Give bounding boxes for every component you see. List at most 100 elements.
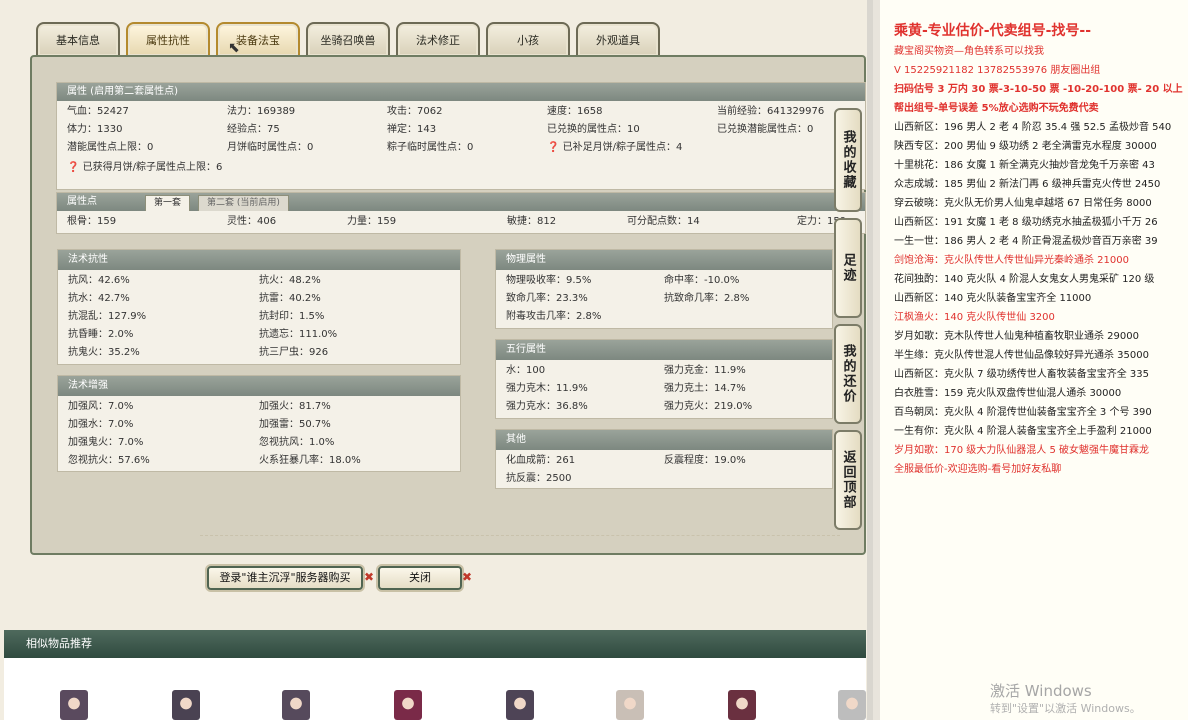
stat-cell: 水：100: [506, 365, 546, 376]
close-x-icon: ✖: [462, 570, 473, 584]
stat-cell: 强力克土：14.7%: [664, 383, 746, 394]
stat-cell: 已兑换的属性点：10: [547, 124, 640, 135]
wuxing-title: 五行属性: [496, 340, 832, 360]
stat-cell: 抗火：48.2%: [259, 275, 321, 286]
tab-5[interactable]: 小孩: [486, 22, 570, 56]
stat-cell: 法力：169389: [227, 106, 296, 117]
stat-cell: 速度：1658: [547, 106, 603, 117]
stat-cell: 灵性：406: [227, 216, 277, 227]
stat-cell: 抗遗忘：111.0%: [259, 329, 338, 340]
notes-line: 扫码估号 3 万内 30 票-3-10-50 票 -10-20-100 票- 2…: [894, 84, 1183, 95]
stat-cell: 附毒攻击几率：2.8%: [506, 311, 602, 322]
stat-cell: 潜能属性点上限：0: [67, 142, 154, 153]
tab-4[interactable]: 法术修正: [396, 22, 480, 56]
stat-cell: 可分配点数：14: [627, 216, 700, 227]
close-x-icon: ✖: [364, 570, 375, 584]
boost-section: 法术增强 加强风：7.0% 加强火：81.7% 加强水：7.0% 加强雷：50.7% 加…: [57, 375, 461, 472]
stat-cell: 体力：1330: [67, 124, 123, 135]
item-thumbnail[interactable]: [282, 690, 310, 720]
divider: [200, 535, 840, 536]
side-favorites-button[interactable]: 我的收藏: [834, 108, 862, 212]
stat-cell: 抗水：42.7%: [68, 293, 130, 304]
notes-line: 江枫渔火：140 克火队传世仙 3200: [894, 312, 1055, 323]
tab-bar: 基本信息 属性抗性 装备法宝 坐骑召唤兽 法术修正 小孩 外观道具: [36, 20, 660, 56]
stat-cell: 忽视抗火：57.6%: [68, 455, 150, 466]
physical-section: 物理属性 物理吸收率：9.5% 命中率：-10.0% 致命几率：23.3% 抗致命几率…: [495, 249, 833, 329]
notes-line: 众志成城：185 男仙 2 新法门再 6 级神兵雷克火传世 2450: [894, 179, 1161, 190]
stat-cell: 抗三尸虫：926: [259, 347, 329, 358]
stat-cell: 加强水：7.0%: [68, 419, 134, 430]
item-thumbnail[interactable]: [172, 690, 200, 720]
stat-cell: [664, 308, 822, 326]
side-float-menu: 我的收藏 足迹 我的还价 返回顶部: [834, 108, 864, 536]
boost-title: 法术增强: [58, 376, 460, 396]
stat-cell: 气血：52427: [67, 106, 129, 117]
notes-line: 帮出组号-单号误差 5%放心选购不玩免费代卖: [894, 103, 1099, 114]
stat-cell: 反震程度：19.0%: [664, 455, 746, 466]
stat-cell: 强力克水：36.8%: [506, 401, 588, 412]
stat-cell: 强力克火：219.0%: [664, 401, 753, 412]
wuxing-section: 五行属性 水：100 强力克金：11.9% 强力克木：11.9% 强力克土：14.7%…: [495, 339, 833, 419]
tab-3[interactable]: 坐骑召唤兽: [306, 22, 390, 56]
item-thumbnail[interactable]: [728, 690, 756, 720]
resist-title: 法术抗性: [58, 250, 460, 270]
stat-cell: 加强火：81.7%: [259, 401, 331, 412]
notes-header: 乘黄-专业估价-代卖组号-找号--: [894, 23, 1092, 39]
stat-cell: 忽视抗风：1.0%: [259, 437, 335, 448]
login-buy-button[interactable]: 登录"谁主沉浮"服务器购买: [207, 566, 363, 590]
notes-line: 山西新区：克火队 7 级功绣传世人畜牧装备宝宝齐全 335: [894, 369, 1149, 380]
boost-grid: 加强风：7.0% 加强火：81.7% 加强水：7.0% 加强雷：50.7% 加强鬼火：7…: [58, 396, 460, 472]
stat-cell: 粽子临时属性点：0: [387, 142, 474, 153]
info-icon: ❓: [547, 142, 560, 153]
stat-cell: 物理吸收率：9.5%: [506, 275, 592, 286]
stat-cell: 力量：159: [347, 216, 397, 227]
notes-document: 乘黄-专业估价-代卖组号-找号-- 藏宝阁买物资—角色转系可以找我 V 15225…: [880, 0, 1188, 720]
item-thumbnail[interactable]: [394, 690, 422, 720]
info-icon: ❓: [67, 162, 80, 173]
stat-cell: 抗混乱：127.9%: [68, 311, 147, 322]
attribute-note: ❓ 已获得月饼/粽子属性点上限：6: [67, 162, 223, 173]
stat-cell: 根骨：159: [67, 216, 117, 227]
notes-line: 剑饱沧海：克火队传世人传世仙异光秦岭通杀 21000: [894, 255, 1129, 266]
item-thumbnail[interactable]: [838, 690, 866, 720]
other-grid: 化血成箭：261 反震程度：19.0% 抗反震：2500: [496, 450, 832, 490]
tab-1[interactable]: 属性抗性: [126, 22, 210, 56]
stat-cell: 抗反震：2500: [506, 473, 572, 484]
item-thumbnail[interactable]: [616, 690, 644, 720]
notes-line: 一生一世：186 男人 2 老 4 阶正骨混孟极炒音百万亲密 39: [894, 236, 1158, 247]
stat-cell: 加强风：7.0%: [68, 401, 134, 412]
attribute-grid: 气血：52427 法力：169389 攻击：7062 速度：1658 当前经验：6413…: [57, 101, 865, 159]
notes-line: 山西新区：196 男人 2 老 4 阶忍 35.4 强 52.5 孟极炒音 54…: [894, 122, 1172, 133]
activation-watermark: 激活 Windows: [990, 682, 1092, 700]
stat-cell: 经验点：75: [227, 124, 280, 135]
resist-grid: 抗风：42.6% 抗火：48.2% 抗水：42.7% 抗雷：40.2% 抗混乱：127.…: [58, 270, 460, 364]
tab-points-set-1[interactable]: 第一套: [145, 195, 191, 211]
resist-section: 法术抗性 抗风：42.6% 抗火：48.2% 抗水：42.7% 抗雷：40.2% 抗混乱…: [57, 249, 461, 365]
tab-6[interactable]: 外观道具: [576, 22, 660, 56]
wuxing-grid: 水：100 强力克金：11.9% 强力克木：11.9% 强力克土：14.7% 强力克水：…: [496, 360, 832, 418]
side-bargain-button[interactable]: 我的还价: [834, 324, 862, 424]
stat-cell: 攻击：7062: [387, 106, 443, 117]
tab-0[interactable]: 基本信息: [36, 22, 120, 56]
stat-cell: 强力克木：11.9%: [506, 383, 588, 394]
side-back-to-top-button[interactable]: 返回顶部: [834, 430, 862, 530]
tab-points-set-2[interactable]: 第二套 (当前启用): [198, 195, 289, 211]
notes-line: 白衣胜雪：159 克火队双盘传世仙混人通杀 30000: [894, 388, 1122, 399]
item-thumbnail[interactable]: [60, 690, 88, 720]
points-section: 属性点 第一套 第二套 (当前启用) 根骨：159 灵性：406 力量：159 敏捷：…: [56, 192, 866, 234]
side-history-button[interactable]: 足迹: [834, 218, 862, 318]
stat-cell: 化血成箭：261: [506, 455, 576, 466]
item-thumbnail[interactable]: [506, 690, 534, 720]
physical-grid: 物理吸收率：9.5% 命中率：-10.0% 致命几率：23.3% 抗致命几率：2.8%…: [496, 270, 832, 328]
notes-line: 藏宝阁买物资—角色转系可以找我: [894, 46, 1044, 57]
mouse-cursor-icon: ⬉: [228, 40, 240, 56]
scrollbar[interactable]: [867, 0, 873, 720]
notes-line: 穿云破晓：克火队无价男人仙鬼卓越塔 67 日常任务 8000: [894, 198, 1152, 209]
stat-cell: 火系狂暴几率：18.0%: [259, 455, 361, 466]
other-section: 其他 化血成箭：261 反震程度：19.0% 抗反震：2500: [495, 429, 833, 489]
notes-line: 岁月如歌：170 级大力队仙器混人 5 破女魃强牛魔甘霖龙: [894, 445, 1149, 456]
stat-cell: 加强雷：50.7%: [259, 419, 331, 430]
close-button[interactable]: 关闭: [378, 566, 462, 590]
notes-line: 花间独酌：140 克火队 4 阶混人女鬼女人男鬼采矿 120 级: [894, 274, 1155, 285]
activation-watermark-sub: 转到"设置"以激活 Windows。: [990, 702, 1141, 715]
